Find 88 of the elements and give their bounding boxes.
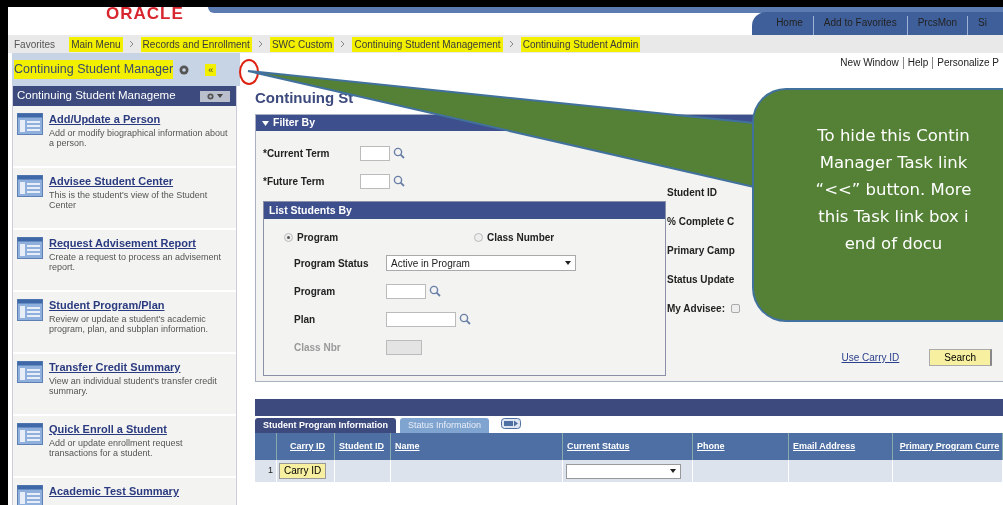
radio-button[interactable] xyxy=(474,232,483,242)
field-label: Primary Camp xyxy=(667,244,735,258)
page-icon[interactable] xyxy=(17,237,43,259)
search-icon[interactable] xyxy=(429,285,441,297)
page-icon[interactable] xyxy=(17,485,43,505)
task-link[interactable]: Advisee Student Center xyxy=(49,175,174,188)
breadcrumb-link[interactable]: Continuing Student Admin xyxy=(520,36,641,52)
dropdown-arrow-icon xyxy=(565,261,571,265)
chevron-icon xyxy=(340,40,347,48)
field-label: My Advisee: xyxy=(667,302,725,316)
search-icon[interactable] xyxy=(459,313,471,325)
task-description: Review or update a student's academic program, plan, and subplan information. xyxy=(49,313,210,334)
field-label: % Complete C xyxy=(667,215,735,229)
task-link[interactable]: Student Program/Plan xyxy=(49,299,165,312)
input-field[interactable] xyxy=(386,283,426,299)
breadcrumb-link[interactable]: SWC Custom xyxy=(269,36,335,52)
column-header[interactable]: Current Status xyxy=(563,433,693,460)
carry-id-button[interactable]: Carry ID xyxy=(279,463,327,479)
filter-title: Filter By xyxy=(273,115,315,131)
input-field[interactable] xyxy=(386,311,456,327)
input-field xyxy=(386,339,422,355)
search-icon[interactable] xyxy=(393,147,405,159)
column-header[interactable]: Primary Program Curre xyxy=(893,433,1003,460)
grid-tab[interactable]: Student Program Information xyxy=(255,418,396,433)
task-panel-title: Continuing Student Manager xyxy=(14,60,174,79)
input-field[interactable] xyxy=(360,145,390,161)
input-field[interactable] xyxy=(360,173,390,189)
collapse-button[interactable]: « xyxy=(205,63,217,76)
expand-arrow-icon xyxy=(262,120,269,126)
breadcrumb-link[interactable]: Favorites xyxy=(12,36,58,52)
task-link[interactable]: Quick Enroll a Student xyxy=(49,423,167,436)
column-header[interactable]: Name xyxy=(391,433,563,460)
settings-menu-button[interactable] xyxy=(200,90,230,102)
field-label: Status Update xyxy=(667,273,735,287)
task-link[interactable]: Academic Test Summary xyxy=(49,485,180,498)
field-label: Program xyxy=(294,284,337,299)
show-all-columns-icon[interactable] xyxy=(501,418,522,429)
checkbox[interactable] xyxy=(731,304,740,313)
page-icon[interactable] xyxy=(17,113,43,135)
task-link[interactable]: Add/Update a Person xyxy=(49,113,161,126)
row-number: 1 xyxy=(255,460,277,482)
radio-label[interactable]: Class Number xyxy=(487,229,555,245)
grid-header-cell xyxy=(255,433,277,460)
column-header[interactable]: Student ID xyxy=(335,433,391,460)
chevron-icon xyxy=(508,40,515,48)
task-link[interactable]: Transfer Credit Summary xyxy=(49,361,181,374)
column-header[interactable]: Carry ID xyxy=(277,433,335,460)
page-link[interactable]: Personalize P xyxy=(932,57,1003,69)
radio-button[interactable] xyxy=(284,232,293,242)
task-description: Add or modify biographical information about a person. xyxy=(49,127,229,148)
chevron-icon xyxy=(128,40,135,48)
task-description: Add or update enrollment request transactions for a student. xyxy=(49,437,184,458)
page-icon[interactable] xyxy=(17,175,43,197)
field-label: *Current Term xyxy=(263,146,331,161)
field-label: Program Status xyxy=(294,256,370,271)
dropdown-arrow-icon xyxy=(217,94,223,98)
task-description: View an individual student's transfer credit summary. xyxy=(49,375,218,396)
field-label: Class Nbr xyxy=(294,340,342,355)
field-label: Student ID xyxy=(667,186,717,200)
task-description: Create a request to process an advisement report. xyxy=(49,251,223,272)
page-icon[interactable] xyxy=(17,299,43,321)
column-header[interactable]: Email Address xyxy=(789,433,893,460)
sidebar-title: Continuing Student Manageme xyxy=(17,88,176,104)
callout-text: To hide this Contin Manager Task link “<<” button. More this Task link box i end of docu xyxy=(752,88,1003,322)
gear-icon[interactable] xyxy=(179,64,190,75)
breadcrumb-link[interactable]: Records and Enrollment xyxy=(140,36,252,52)
dropdown-arrow-icon xyxy=(670,469,676,473)
search-button[interactable]: Search xyxy=(929,349,992,366)
page-link[interactable]: New Window xyxy=(836,57,903,69)
select-field[interactable]: Active in Program xyxy=(386,255,576,271)
chevron-icon xyxy=(257,40,264,48)
field-label: Plan xyxy=(294,312,317,327)
column-header[interactable]: Phone xyxy=(693,433,789,460)
page-icon[interactable] xyxy=(17,423,43,445)
search-icon[interactable] xyxy=(393,175,405,187)
carry-id-link[interactable]: Use Carry ID xyxy=(841,350,900,365)
select-field[interactable] xyxy=(566,463,681,479)
task-description: This is the student's view of the Student Center xyxy=(49,189,209,210)
page-icon[interactable] xyxy=(17,361,43,383)
page-link[interactable]: Help xyxy=(902,57,933,69)
task-link[interactable]: Request Advisement Report xyxy=(49,237,196,250)
panel-header: List Students By xyxy=(264,202,665,219)
logo: ORACLE xyxy=(106,7,184,23)
breadcrumb-link[interactable]: Main Menu xyxy=(69,36,123,52)
breadcrumb-link[interactable]: Continuing Student Management xyxy=(352,36,503,52)
radio-label[interactable]: Program xyxy=(297,229,339,245)
gear-icon xyxy=(207,92,214,100)
field-label: *Future Term xyxy=(263,174,326,189)
